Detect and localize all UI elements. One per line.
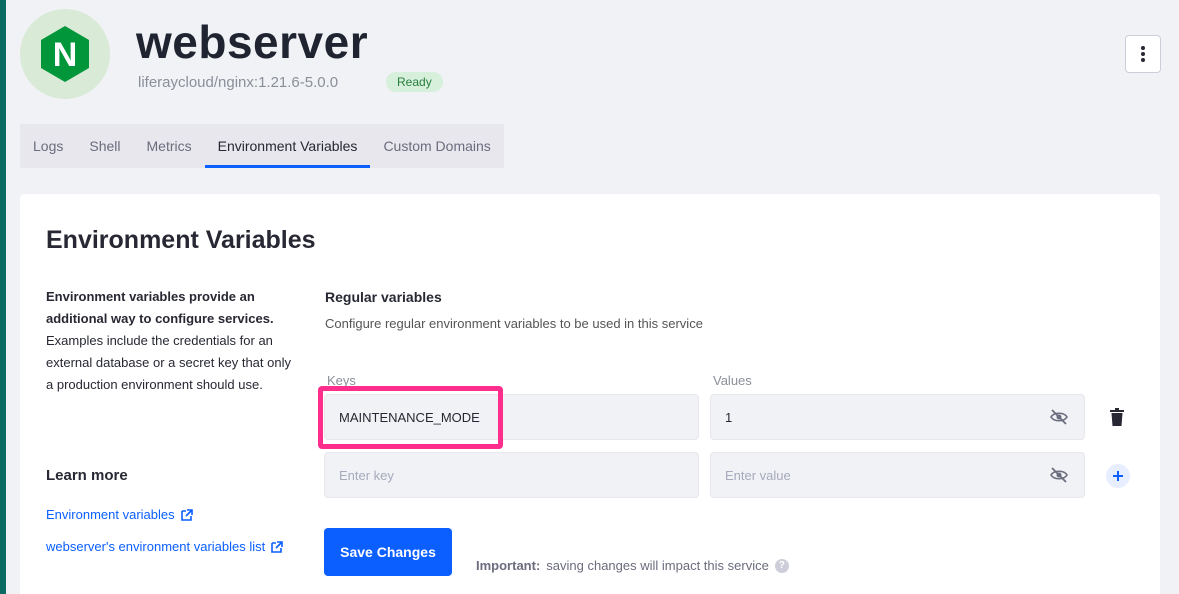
tab-custom-domains[interactable]: Custom Domains <box>370 124 503 168</box>
env-description: Environment variables provide an additio… <box>46 286 301 396</box>
service-logo: N <box>20 9 110 99</box>
value-input-maintenance[interactable] <box>710 394 1085 440</box>
key-input-maintenance[interactable] <box>324 394 699 440</box>
important-label: Important: <box>476 558 541 573</box>
external-link-icon <box>271 540 284 553</box>
description-rest: Examples include the credentials for an … <box>46 333 291 392</box>
env-list-link[interactable]: webserver's environment variables list <box>46 539 284 554</box>
regular-variables-subtitle: Configure regular environment variables … <box>325 316 703 331</box>
values-label: Values <box>713 373 752 388</box>
plus-icon <box>1113 471 1123 481</box>
env-docs-link[interactable]: Environment variables <box>46 507 193 522</box>
env-docs-link-label: Environment variables <box>46 507 175 522</box>
help-icon[interactable]: ? <box>774 558 789 573</box>
service-title: webserver <box>136 16 369 68</box>
eye-slash-icon[interactable] <box>1050 408 1068 426</box>
tab-metrics[interactable]: Metrics <box>134 124 205 168</box>
svg-text:N: N <box>53 36 78 74</box>
external-link-icon <box>180 508 193 521</box>
description-strong: Environment variables provide an additio… <box>46 289 274 326</box>
regular-variables-title: Regular variables <box>325 289 442 305</box>
env-vars-card: Environment Variables Environment variab… <box>20 194 1160 594</box>
env-list-link-label: webserver's environment variables list <box>46 539 266 554</box>
new-key-input[interactable] <box>324 452 699 498</box>
card-title: Environment Variables <box>46 226 316 254</box>
status-badge: Ready <box>386 72 443 92</box>
more-actions-button[interactable] <box>1125 35 1161 73</box>
important-notice: Important: saving changes will impact th… <box>476 558 789 573</box>
learn-more-heading: Learn more <box>46 467 128 484</box>
tab-shell[interactable]: Shell <box>76 124 133 168</box>
new-value-input[interactable] <box>710 452 1085 498</box>
service-tabs: Logs Shell Metrics Environment Variables… <box>20 124 504 168</box>
important-text: saving changes will impact this service <box>546 558 769 573</box>
nginx-logo-icon: N <box>41 26 89 82</box>
kebab-icon <box>1141 46 1145 62</box>
eye-slash-icon[interactable] <box>1050 466 1068 484</box>
app-frame: N webserver liferaycloud/nginx:1.21.6-5.… <box>6 0 1179 594</box>
keys-label: Keys <box>327 373 356 388</box>
delete-row-button[interactable] <box>1106 406 1128 428</box>
tab-logs[interactable]: Logs <box>20 124 76 168</box>
add-row-button[interactable] <box>1106 464 1130 488</box>
save-changes-button[interactable]: Save Changes <box>324 528 452 576</box>
tab-environment-variables[interactable]: Environment Variables <box>204 124 371 168</box>
trash-icon <box>1110 408 1124 426</box>
service-image: liferaycloud/nginx:1.21.6-5.0.0 <box>138 74 339 91</box>
